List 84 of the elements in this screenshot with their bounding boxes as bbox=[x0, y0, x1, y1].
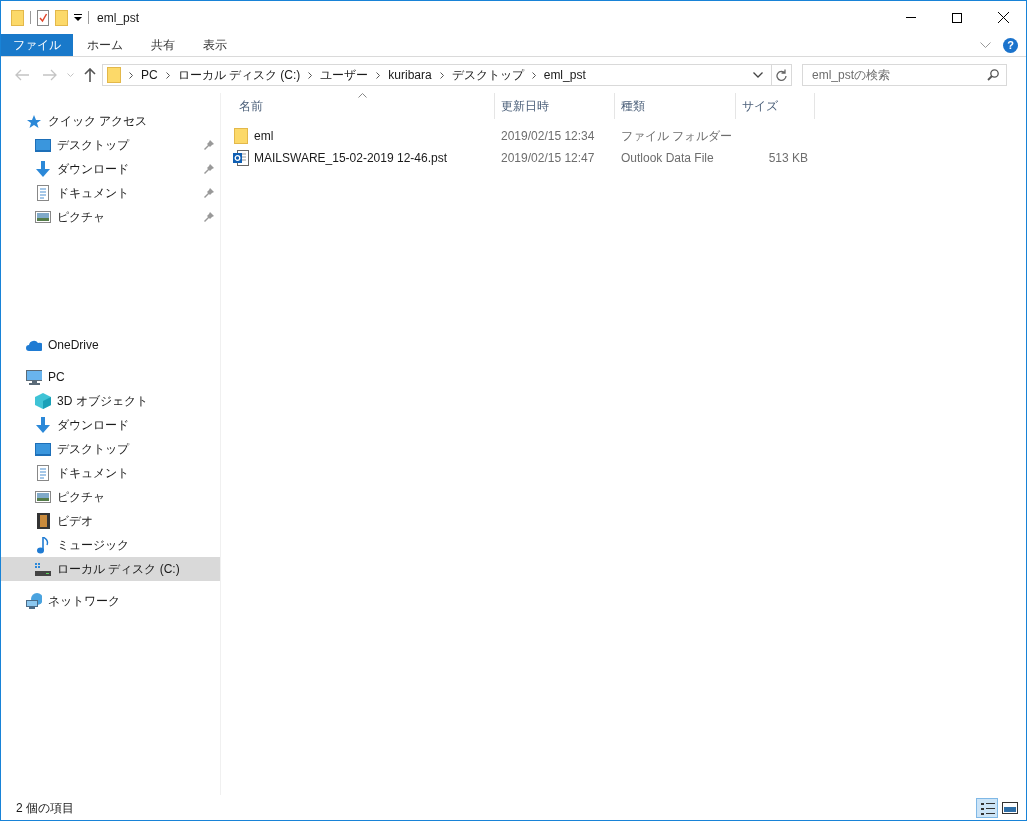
chevron-right-icon[interactable] bbox=[308, 71, 313, 79]
file-type: Outlook Data File bbox=[620, 150, 715, 167]
nav-item[interactable]: PC bbox=[1, 365, 220, 389]
nav-item[interactable]: ミュージック bbox=[1, 533, 220, 557]
column-header[interactable]: 更新日時 bbox=[495, 93, 615, 119]
nav-item[interactable]: ダウンロード bbox=[1, 157, 220, 181]
chevron-right-icon[interactable] bbox=[376, 71, 381, 79]
music-note-icon bbox=[37, 536, 49, 554]
monitor-icon bbox=[35, 138, 51, 152]
up-arrow-icon[interactable] bbox=[84, 68, 96, 82]
file-type: ファイル フォルダー bbox=[620, 128, 734, 145]
search-icon bbox=[987, 69, 999, 81]
chevron-right-icon[interactable] bbox=[165, 71, 170, 79]
search-field[interactable]: eml_pstの検索 bbox=[802, 64, 1007, 86]
outlook-file-icon bbox=[233, 150, 249, 166]
nav-item[interactable]: ネットワーク bbox=[1, 589, 220, 613]
pin-icon[interactable] bbox=[204, 140, 214, 150]
nav-item[interactable]: 3D オブジェクト bbox=[1, 389, 220, 413]
folder-icon bbox=[11, 9, 24, 26]
window-title: eml_pst bbox=[97, 9, 140, 27]
cloud-icon bbox=[26, 339, 42, 351]
picture-icon bbox=[35, 491, 51, 503]
chevron-down-icon[interactable] bbox=[753, 72, 763, 78]
down-arrow-icon bbox=[35, 417, 51, 433]
nav-item[interactable]: ドキュメント bbox=[1, 461, 220, 485]
status-text: 2 個の項目 bbox=[16, 799, 74, 817]
file-name[interactable]: eml bbox=[254, 127, 274, 145]
file-size: 513 KB bbox=[767, 150, 808, 167]
nav-item[interactable]: ダウンロード bbox=[1, 413, 220, 437]
refresh-icon[interactable] bbox=[776, 69, 787, 81]
nav-item[interactable]: ピクチャ bbox=[1, 205, 220, 229]
column-header[interactable]: サイズ bbox=[736, 93, 815, 119]
chevron-right-icon[interactable] bbox=[531, 71, 536, 79]
minimize-icon bbox=[906, 17, 916, 18]
star-icon bbox=[27, 114, 41, 128]
sort-caret-icon bbox=[358, 93, 367, 98]
chevron-right-icon[interactable] bbox=[129, 71, 133, 79]
ribbon-tab[interactable]: ファイル bbox=[1, 34, 73, 56]
drive-icon bbox=[35, 562, 51, 576]
ribbon-tab[interactable]: 表示 bbox=[189, 34, 241, 56]
nav-item[interactable]: ローカル ディスク (C:) bbox=[1, 557, 220, 581]
help-button[interactable]: ? bbox=[1003, 37, 1018, 53]
folder-icon bbox=[234, 128, 248, 144]
close-icon bbox=[997, 12, 1009, 23]
file-name[interactable]: MAILSWARE_15-02-2019 12-46.pst bbox=[254, 149, 447, 167]
column-header[interactable]: 種類 bbox=[615, 93, 736, 119]
modified-date: 2019/02/15 12:34 bbox=[500, 128, 596, 145]
nav-item[interactable]: デスクトップ bbox=[1, 133, 220, 157]
modified-date: 2019/02/15 12:47 bbox=[500, 150, 596, 167]
pin-icon[interactable] bbox=[204, 212, 214, 222]
nav-item[interactable]: ドキュメント bbox=[1, 181, 220, 205]
nav-item[interactable]: デスクトップ bbox=[1, 437, 220, 461]
nav-item[interactable]: ピクチャ bbox=[1, 485, 220, 509]
breadcrumb-item[interactable]: ローカル ディスク (C:) bbox=[177, 66, 301, 84]
details-view-icon[interactable] bbox=[976, 797, 998, 818]
network-icon bbox=[26, 593, 42, 609]
address-bar[interactable]: PC ローカル ディスク (C:) ユーザー kuribara デスクトップ eml_pst bbox=[102, 64, 792, 86]
thumbnail-view-icon[interactable] bbox=[1002, 801, 1018, 814]
picture-icon bbox=[35, 211, 51, 223]
breadcrumb-item[interactable]: kuribara bbox=[388, 66, 432, 84]
monitor-icon bbox=[35, 442, 51, 456]
breadcrumb-item[interactable]: PC bbox=[141, 66, 158, 84]
monitor-icon bbox=[26, 369, 42, 385]
checklist-icon[interactable] bbox=[37, 9, 49, 26]
down-arrow-icon bbox=[35, 161, 51, 177]
document-icon bbox=[37, 465, 49, 481]
nav-item[interactable]: クイック アクセス bbox=[1, 109, 220, 133]
customize-dropdown-icon[interactable] bbox=[74, 14, 82, 21]
nav-item[interactable]: OneDrive bbox=[1, 333, 220, 357]
nav-item[interactable]: ビデオ bbox=[1, 509, 220, 533]
folder-icon bbox=[107, 67, 121, 83]
cube-icon bbox=[35, 393, 51, 409]
breadcrumb-item[interactable]: ユーザー bbox=[320, 66, 369, 84]
maximize-icon bbox=[952, 12, 962, 23]
pin-icon[interactable] bbox=[204, 164, 214, 174]
breadcrumb-item[interactable]: デスクトップ bbox=[451, 66, 524, 84]
breadcrumb-item[interactable]: eml_pst bbox=[543, 66, 586, 84]
chevron-right-icon[interactable] bbox=[439, 71, 444, 79]
ribbon-tab[interactable]: ホーム bbox=[73, 34, 137, 56]
ribbon-tab[interactable]: 共有 bbox=[137, 34, 189, 56]
film-icon bbox=[36, 513, 50, 529]
document-icon bbox=[37, 185, 49, 201]
pin-icon[interactable] bbox=[204, 188, 214, 198]
column-header[interactable]: 名前 bbox=[230, 93, 495, 119]
